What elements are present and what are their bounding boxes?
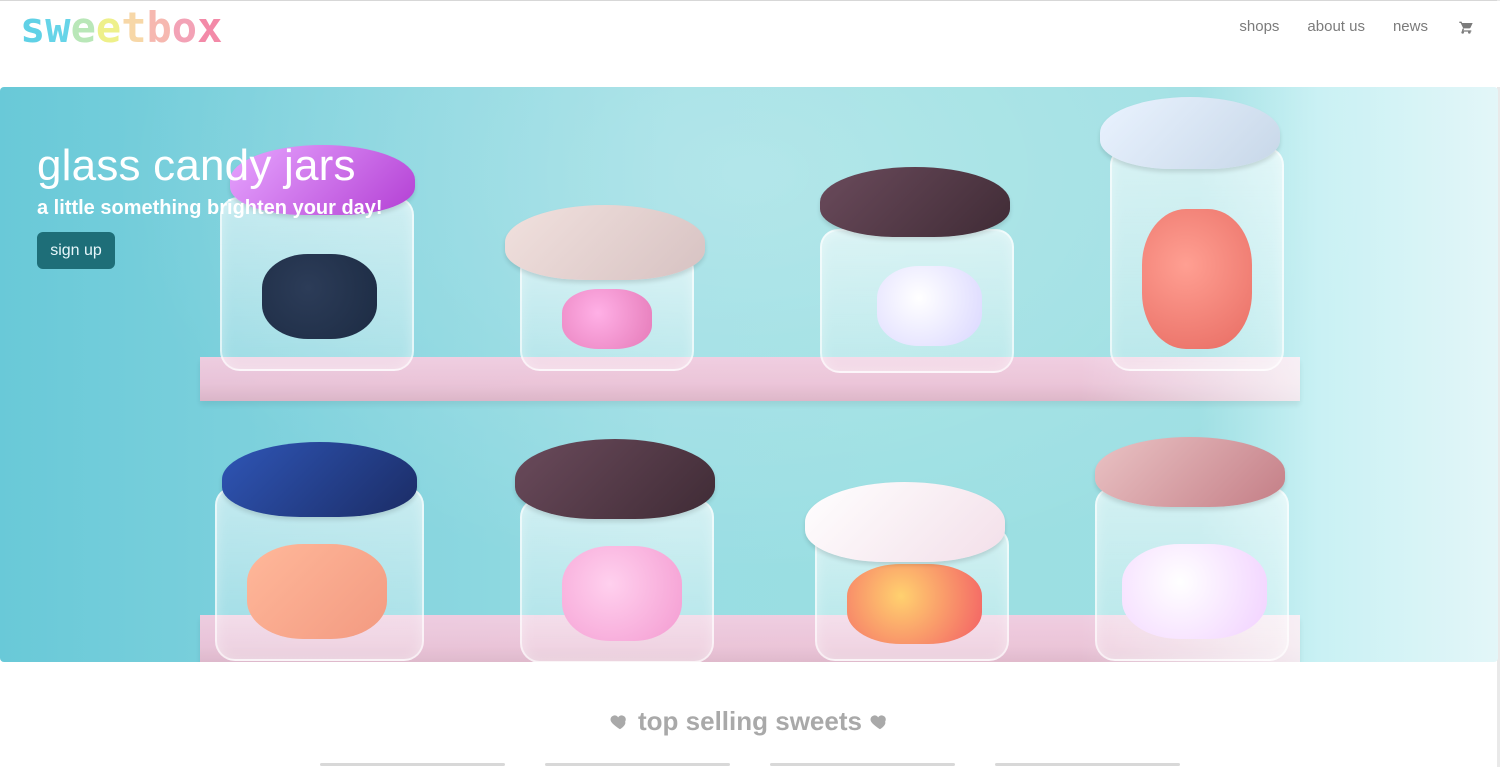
candy [877, 266, 982, 346]
logo-letter: t [121, 3, 147, 52]
logo-letter: s [20, 3, 46, 52]
jar [520, 499, 714, 662]
candy [847, 564, 982, 644]
product-card-hint[interactable] [545, 763, 730, 766]
candy [562, 546, 682, 641]
candy [247, 544, 387, 639]
top-selling-heading: top selling sweets [0, 706, 1500, 737]
product-strip [320, 763, 1180, 767]
logo-letter: x [197, 3, 223, 52]
sign-up-button[interactable]: sign up [37, 232, 115, 269]
logo-letter: e [70, 3, 96, 52]
logo-letter: o [171, 3, 198, 52]
hero-banner: glass candy jars a little something brig… [0, 87, 1498, 662]
navbar: s w e e t b o x shops about us news [0, 1, 1500, 87]
heart-icon [869, 708, 891, 730]
nav-news-link[interactable]: news [1393, 18, 1428, 35]
jar [1095, 487, 1289, 661]
logo-letter: w [45, 3, 71, 52]
nav-shops-link[interactable]: shops [1239, 18, 1279, 35]
heart-icon [609, 708, 631, 730]
jar [820, 229, 1014, 373]
jar [1110, 147, 1284, 371]
jar-lid [515, 439, 715, 519]
hero-title: glass candy jars [37, 141, 356, 190]
candy [1122, 544, 1267, 639]
top-nav: shops about us news [1239, 18, 1474, 35]
product-card-hint[interactable] [995, 763, 1180, 766]
product-card-hint[interactable] [770, 763, 955, 766]
jar-lid [820, 167, 1010, 237]
jar-lid [805, 482, 1005, 562]
logo[interactable]: s w e e t b o x [20, 3, 223, 52]
jar-lid [1095, 437, 1285, 507]
jar-lid [505, 205, 705, 280]
logo-letter: b [146, 3, 172, 52]
jar-lid [222, 442, 417, 517]
hero-subtitle: a little something brighten your day! [37, 197, 383, 219]
logo-letter: e [95, 3, 122, 52]
candy [1142, 209, 1252, 349]
candy [562, 289, 652, 349]
hero-text: glass candy jars a little something brig… [37, 139, 383, 269]
top-selling-title: top selling sweets [638, 706, 862, 736]
jar-lid [1100, 97, 1280, 169]
cart-icon[interactable] [1458, 19, 1474, 35]
product-card-hint[interactable] [320, 763, 505, 766]
nav-about-us-link[interactable]: about us [1307, 18, 1365, 35]
